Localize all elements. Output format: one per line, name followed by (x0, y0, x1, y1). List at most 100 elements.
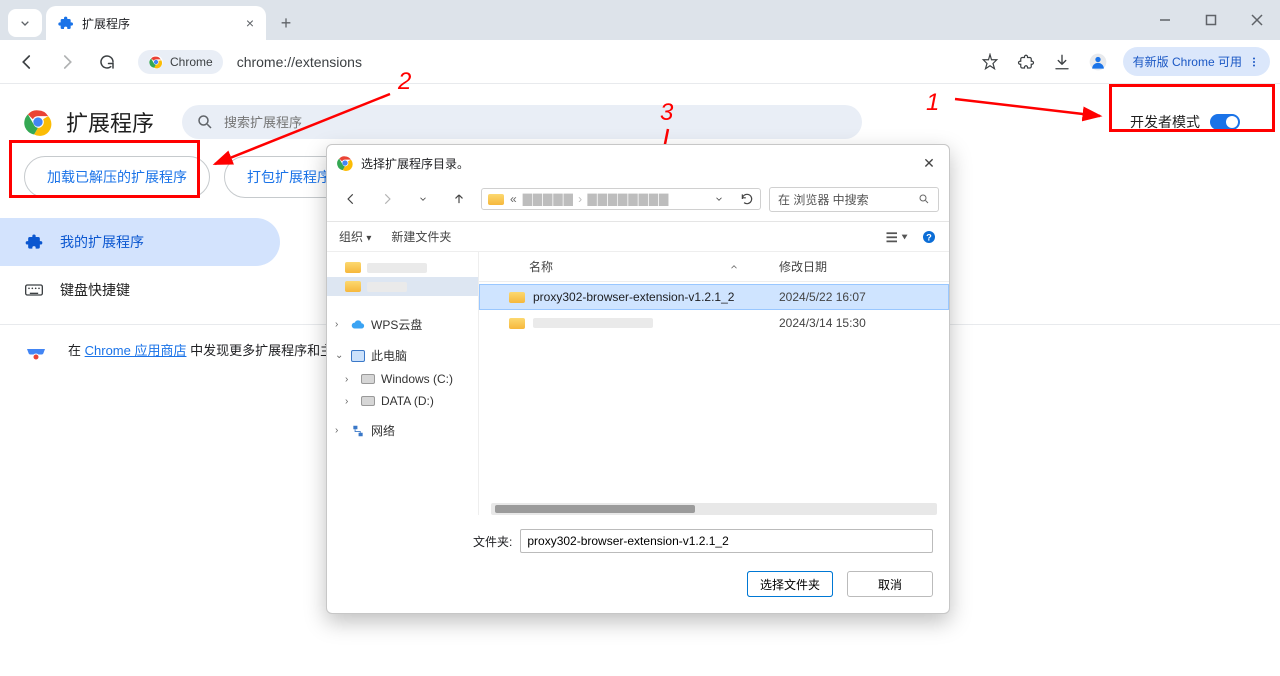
dialog-back-button[interactable] (337, 185, 365, 213)
list-row-selected[interactable]: proxy302-browser-extension-v1.2.1_2 2024… (479, 284, 949, 310)
svg-text:?: ? (926, 232, 932, 242)
cancel-button[interactable]: 取消 (847, 571, 933, 597)
list-rows: proxy302-browser-extension-v1.2.1_2 2024… (479, 282, 949, 336)
back-button[interactable] (10, 45, 44, 79)
search-icon (918, 193, 930, 205)
reload-button[interactable] (90, 45, 124, 79)
url-text: chrome://extensions (237, 54, 362, 70)
search-icon (196, 113, 214, 131)
window-close[interactable] (1234, 0, 1280, 40)
my-extensions-label: 我的扩展程序 (60, 232, 144, 252)
file-list: 名称 修改日期 proxy302-browser-extension-v1.2.… (479, 252, 949, 515)
webstore-link[interactable]: Chrome 应用商店 (85, 343, 187, 358)
chrome-logo-icon (148, 54, 164, 70)
col-date[interactable]: 修改日期 (779, 258, 939, 275)
browser-tab[interactable]: 扩展程序 × (46, 6, 266, 40)
select-folder-button[interactable]: 选择文件夹 (747, 571, 833, 597)
view-mode-icon[interactable] (885, 230, 909, 244)
window-minimize[interactable] (1142, 0, 1188, 40)
dialog-command-bar: 组织 ▾ 新建文件夹 ? (327, 222, 949, 252)
kebab-icon (1248, 55, 1260, 69)
search-box[interactable] (182, 105, 862, 139)
folder-picker-dialog: 选择扩展程序目录。 ✕ « ▇▇▇▇▇ › ▇▇▇▇▇▇▇▇ 在 浏览器 中搜索… (326, 144, 950, 614)
tree-item[interactable] (327, 258, 478, 277)
tree-item-wps[interactable]: ›WPS云盘 (327, 312, 478, 337)
downloads-icon[interactable] (1045, 45, 1079, 79)
sidebar-item-my-extensions[interactable]: 我的扩展程序 (0, 218, 280, 266)
site-chip-label: Chrome (170, 55, 213, 69)
new-tab-button[interactable]: + (272, 9, 300, 37)
network-icon (351, 424, 365, 438)
dialog-title: 选择扩展程序目录。 (361, 155, 469, 172)
tab-dropdown[interactable] (8, 9, 42, 37)
side-list: 我的扩展程序 键盘快捷键 (0, 208, 280, 324)
row-date: 2024/5/22 16:07 (779, 290, 939, 304)
forward-button[interactable] (50, 45, 84, 79)
webstore-prefix: 在 (68, 343, 85, 358)
cloud-icon (351, 318, 365, 332)
window-maximize[interactable] (1188, 0, 1234, 40)
dialog-path-bar[interactable]: « ▇▇▇▇▇ › ▇▇▇▇▇▇▇▇ (481, 188, 761, 210)
organize-menu[interactable]: 组织 ▾ (339, 228, 371, 245)
tree-item-network[interactable]: ›网络 (327, 418, 478, 443)
dialog-history-button[interactable] (409, 185, 437, 213)
extensions-icon[interactable] (1009, 45, 1043, 79)
sort-indicator-icon (729, 262, 739, 272)
developer-mode-label: 开发者模式 (1130, 112, 1200, 132)
col-name[interactable]: 名称 (489, 258, 729, 275)
folder-name-input[interactable] (520, 529, 933, 553)
profile-icon[interactable] (1081, 45, 1115, 79)
browser-titlebar: 扩展程序 × + (0, 0, 1280, 40)
extensions-icon (24, 232, 44, 252)
developer-mode-row: 开发者模式 (1114, 104, 1256, 140)
puzzle-icon (58, 15, 74, 31)
folder-icon (488, 194, 504, 205)
address-bar[interactable]: Chrome chrome://extensions (138, 50, 959, 74)
row-name: proxy302-browser-extension-v1.2.1_2 (533, 290, 734, 304)
folder-icon (509, 292, 525, 303)
developer-mode-toggle[interactable] (1210, 114, 1240, 130)
help-icon[interactable]: ? (921, 229, 937, 245)
update-label: 有新版 Chrome 可用 (1133, 53, 1242, 70)
search-input[interactable] (224, 115, 848, 130)
keyboard-icon (24, 280, 44, 300)
webstore-icon (24, 341, 48, 365)
tab-close-icon[interactable]: × (246, 15, 254, 31)
webstore-suffix: 中发现更多扩展程序和主题 (186, 343, 346, 358)
blurred-name (533, 318, 653, 328)
folder-icon (509, 318, 525, 329)
sidebar-item-shortcuts[interactable]: 键盘快捷键 (0, 266, 280, 314)
list-row[interactable]: 2024/3/14 15:30 (479, 310, 949, 336)
toolbar-right: 有新版 Chrome 可用 (973, 45, 1270, 79)
newfolder-button[interactable]: 新建文件夹 (391, 228, 451, 245)
tree-item-data[interactable]: ›DATA (D:) (327, 390, 478, 412)
dialog-nav-toolbar: « ▇▇▇▇▇ › ▇▇▇▇▇▇▇▇ 在 浏览器 中搜索 (327, 181, 949, 222)
chevron-down-icon[interactable] (714, 194, 724, 204)
site-chip[interactable]: Chrome (138, 50, 223, 74)
refresh-icon[interactable] (740, 192, 754, 206)
dialog-close-button[interactable]: ✕ (919, 153, 939, 173)
dialog-up-button[interactable] (445, 185, 473, 213)
bookmark-icon[interactable] (973, 45, 1007, 79)
dialog-forward-button[interactable] (373, 185, 401, 213)
horizontal-scrollbar[interactable] (491, 503, 937, 515)
dialog-bottom: 文件夹: 选择文件夹 取消 (327, 515, 949, 613)
folder-tree[interactable]: ›WPS云盘 ⌄此电脑 ›Windows (C:) ›DATA (D:) ›网络 (327, 252, 479, 515)
tree-item-thispc[interactable]: ⌄此电脑 (327, 343, 478, 368)
row-date: 2024/3/14 15:30 (779, 316, 939, 330)
list-header[interactable]: 名称 修改日期 (479, 252, 949, 282)
dialog-search-box[interactable]: 在 浏览器 中搜索 (769, 187, 939, 212)
load-unpacked-button[interactable]: 加载已解压的扩展程序 (24, 156, 210, 198)
update-chip[interactable]: 有新版 Chrome 可用 (1123, 47, 1270, 76)
chrome-logo-icon (337, 155, 353, 171)
dialog-titlebar: 选择扩展程序目录。 ✕ (327, 145, 949, 181)
shortcuts-label: 键盘快捷键 (60, 280, 130, 300)
page-header: 扩展程序 开发者模式 (0, 84, 1280, 146)
folder-name-row: 文件夹: (343, 529, 933, 553)
page-title: 扩展程序 (66, 106, 154, 138)
folder-label: 文件夹: (473, 533, 512, 550)
tree-item[interactable] (327, 277, 478, 296)
browser-toolbar: Chrome chrome://extensions 有新版 Chrome 可用 (0, 40, 1280, 84)
tree-item-windows[interactable]: ›Windows (C:) (327, 368, 478, 390)
window-controls (1142, 0, 1280, 40)
